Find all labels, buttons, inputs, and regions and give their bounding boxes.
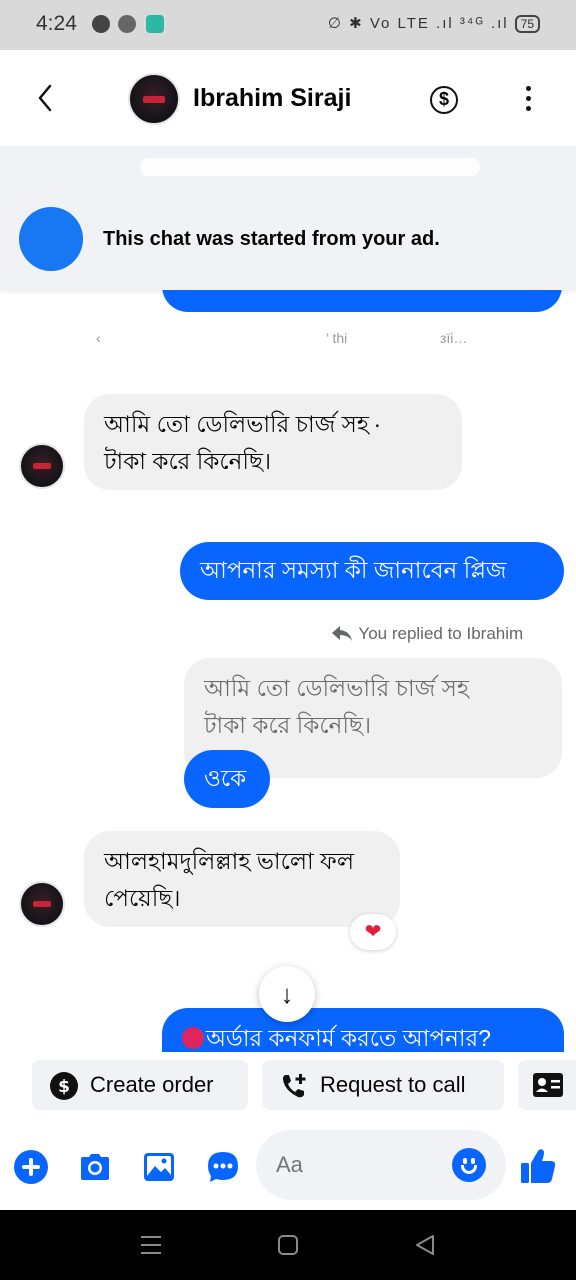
dollar-circle-icon: $ (50, 1072, 78, 1100)
gallery-icon[interactable] (142, 1150, 176, 1184)
faded-text: зїі… (440, 330, 468, 346)
create-order-label: Create order (90, 1072, 214, 1097)
faded-text: ’ thi (326, 330, 348, 346)
contact-card-button[interactable] (518, 1060, 576, 1110)
sender-avatar[interactable] (19, 443, 65, 489)
request-to-call-label: Request to call (320, 1072, 466, 1097)
message-list[interactable]: ‹ ’ thi зїі… আমি তো ডেলিভারি চার্জ সহ · … (0, 290, 576, 1052)
system-navigation-bar (0, 1210, 576, 1280)
red-circle-icon (182, 1027, 204, 1049)
back-triangle-icon[interactable] (411, 1232, 439, 1258)
dollar-icon: $ (438, 89, 449, 109)
heart-reaction[interactable]: ❤ (350, 914, 396, 950)
camera-icon[interactable] (78, 1150, 112, 1184)
message-text: আলহামদুলিল্লাহ ভালো ফল (104, 848, 354, 874)
facebook-logo-icon: f (19, 207, 83, 271)
message-text: ওকে (204, 765, 247, 791)
payment-button[interactable]: $ (430, 86, 458, 114)
svg-text:$: $ (58, 1077, 70, 1097)
phone-plus-icon (283, 1074, 306, 1098)
back-arrow-icon (38, 84, 52, 112)
quoted-text: আমি তো ডেলিভারি চার্জ সহ (204, 675, 469, 701)
reply-note: You replied to Ibrahim (330, 624, 523, 644)
plus-icon[interactable] (14, 1150, 48, 1184)
heart-icon: ❤ (364, 921, 382, 943)
contact-name[interactable]: Ibrahim Siraji (193, 84, 351, 113)
message-composer (0, 1124, 576, 1210)
back-button[interactable] (28, 78, 64, 118)
recents-menu-icon[interactable] (137, 1232, 165, 1258)
home-square-icon[interactable] (274, 1232, 302, 1258)
message-text: পেয়েছি। (104, 885, 181, 911)
arrow-down-icon: ↓ (280, 979, 294, 1009)
contact-avatar[interactable] (128, 73, 180, 125)
message-bubble-incoming[interactable]: আলহামদুলিল্লাহ ভালো ফল পেয়েছি। (84, 831, 400, 927)
message-text: টাকা করে কিনেছি। (104, 448, 272, 474)
create-order-button[interactable]: $ Create order (32, 1060, 248, 1110)
status-bar: 4:24 ∅ ✱ Vo LTE .ıl ³⁴ᴳ .ıl 75 (0, 0, 576, 50)
sender-avatar[interactable] (19, 881, 65, 927)
app-notification-icon (146, 15, 164, 33)
ad-origin-text: This chat was started from your ad. (103, 228, 440, 250)
reply-arrow-icon (332, 626, 352, 641)
faded-text: ‹ (96, 330, 101, 346)
message-text: আমি তো ডেলিভারি চার্জ সহ · (104, 411, 382, 437)
message-bubble-incoming[interactable]: আমি তো ডেলিভারি চার্জ সহ · টাকা করে কিনে… (84, 394, 462, 490)
chat-bubble-icon[interactable] (206, 1150, 240, 1184)
more-vertical-icon (516, 86, 540, 111)
scroll-to-bottom-button[interactable]: ↓ (259, 966, 315, 1022)
message-text: অর্ডার কনফার্ম করতে আপনার? (206, 1025, 491, 1051)
ad-preview-strip (0, 146, 576, 188)
status-time: 4:24 (36, 12, 77, 35)
quick-actions-bar: $ Create order Request to call (0, 1052, 576, 1124)
message-bubble-outgoing[interactable]: অর্ডার কনফার্ম করতে আপনার? (162, 1008, 564, 1052)
more-options-button[interactable] (516, 86, 540, 114)
message-bubble-outgoing[interactable]: আপনার সমস্যা কী জানাবেন প্লিজ (180, 542, 564, 600)
messenger-notification-icon (92, 15, 110, 33)
contact-card-icon (533, 1073, 563, 1097)
request-to-call-button[interactable]: Request to call (262, 1060, 504, 1110)
status-indicators: ∅ ✱ Vo LTE .ıl ³⁴ᴳ .ıl 75 (328, 14, 540, 33)
message-text: আপনার সমস্যা কী জানাবেন প্লিজ (200, 557, 507, 583)
message-bubble-outgoing[interactable]: ওকে (184, 750, 270, 808)
ad-origin-banner[interactable]: f This chat was started from your ad. (0, 188, 576, 290)
like-icon[interactable] (518, 1146, 558, 1186)
chat-header: Ibrahim Siraji $ (0, 50, 576, 146)
battery-indicator: 75 (514, 15, 540, 33)
quoted-text: টাকা করে কিনেছি। (204, 712, 372, 738)
emoji-icon[interactable] (452, 1148, 486, 1182)
compass-notification-icon (118, 15, 136, 33)
message-bubble-outgoing-partial[interactable] (162, 290, 562, 312)
